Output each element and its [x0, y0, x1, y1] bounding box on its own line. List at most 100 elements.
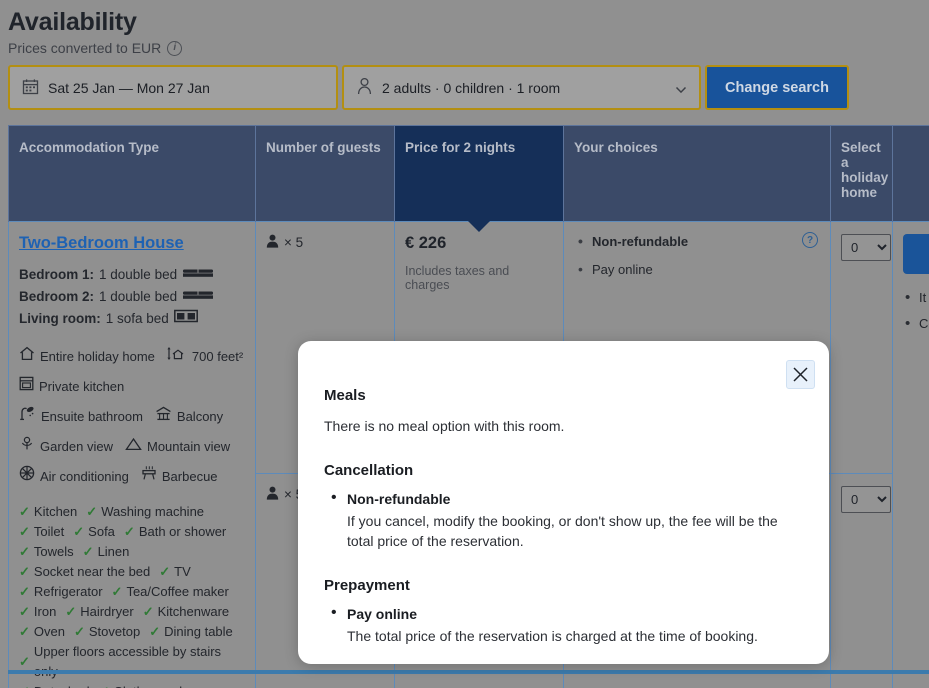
feature-label: Barbecue [161, 469, 218, 484]
amenity-item: ✓ Toilet [19, 522, 64, 542]
amenity-item: ✓ Dining table [149, 622, 233, 642]
check-icon: ✓ [142, 604, 154, 619]
reserve-button[interactable] [903, 234, 929, 274]
availability-page: Availability Prices converted to EUR i S… [0, 0, 929, 688]
amenity-item: ✓Clothes rack [99, 682, 186, 688]
amenity-label: TV [174, 564, 191, 579]
column-your-choices[interactable]: Your choices [563, 125, 831, 222]
fan-icon [19, 464, 35, 490]
check-icon: ✓ [86, 504, 98, 519]
list-item: Pay online The total price of the reserv… [324, 604, 803, 646]
cancellation-list: Non-refundable If you cancel, modify the… [324, 489, 803, 551]
check-icon: ✓ [73, 624, 85, 639]
double-bed-icon [182, 286, 214, 308]
feature-ensuite-bathroom: Ensuite bathroom [19, 404, 143, 430]
prepayment-heading: Prepayment [324, 577, 410, 594]
list-item: Non-refundable If you cancel, modify the… [324, 489, 803, 551]
cell-select-quantity: 0 [830, 472, 893, 688]
amenity-list: ✓ Kitchen ✓ Washing machine ✓ Toilet ✓ Sofa … [19, 502, 245, 688]
feature-label: Air conditioning [40, 469, 129, 484]
mountain-icon [125, 434, 142, 460]
feature-label: Private kitchen [39, 379, 125, 394]
occupancy-input[interactable]: 2 adults · 0 children · 1 room [342, 65, 701, 110]
feature-air-conditioning: Air conditioning [19, 464, 129, 490]
column-reserve [892, 125, 929, 222]
check-icon: ✓ [19, 544, 30, 559]
check-icon: ✓ [159, 564, 171, 579]
amenity-item: ✓ Kitchen [19, 502, 77, 522]
reserve-notes-list: It c Co [903, 289, 929, 332]
date-range-input[interactable]: Sat 25 Jan — Mon 27 Jan [8, 65, 338, 110]
check-icon: ✓ [82, 544, 94, 559]
check-icon: ✓ [19, 654, 30, 669]
change-search-button[interactable]: Change search [705, 65, 849, 110]
cell-accommodation-type: Two-Bedroom House Bedroom 1: 1 double be… [8, 221, 256, 688]
cell-reserve: It c Co [892, 221, 929, 688]
column-number-of-guests[interactable]: Number of guests [255, 125, 395, 222]
table-header-row: Accommodation Type Number of guests Pric… [8, 125, 929, 222]
balcony-icon [155, 404, 172, 430]
price-currency-note: Prices converted to EUR i [8, 40, 921, 56]
barbecue-icon [141, 464, 157, 490]
price-amount: € 226 [405, 234, 447, 252]
date-range-value: Sat 25 Jan — Mon 27 Jan [48, 79, 210, 96]
check-icon: ✓ [19, 564, 30, 579]
sofa-bed-icon [173, 308, 198, 330]
cancellation-term: Non-refundable [347, 491, 451, 507]
meals-heading: Meals [324, 387, 366, 404]
amenity-label: Towels [33, 544, 74, 559]
amenity-item: ✓ Bath or shower [124, 522, 226, 542]
amenity-item: ✓ Washing machine [86, 502, 204, 522]
page-title: Availability [8, 8, 137, 36]
guest-count-label: × 5 [284, 235, 304, 250]
column-select-holiday-home[interactable]: Select a holiday home [830, 125, 893, 222]
amenity-label: Detached [34, 682, 90, 688]
room-name-link[interactable]: Two-Bedroom House [19, 234, 184, 253]
feature-size: 700 feet² [167, 344, 243, 370]
list-item: Living room: 1 sofa bed [19, 308, 245, 330]
info-circle-icon[interactable]: i [167, 40, 183, 56]
cancellation-description: If you cancel, modify the booking, or do… [347, 513, 778, 549]
list-item: Pay online [574, 261, 820, 277]
column-price[interactable]: Price for 2 nights [394, 125, 564, 222]
feature-private-kitchen: Private kitchen [19, 374, 124, 400]
check-icon: ✓ [73, 524, 85, 539]
choices-list: Non-refundable Pay online ? [574, 232, 820, 277]
question-mark-icon[interactable]: ? [802, 232, 818, 248]
quantity-select[interactable]: 0 [841, 485, 891, 513]
close-icon[interactable] [786, 360, 815, 389]
policy-modal: Meals There is no meal option with this … [298, 341, 829, 664]
amenity-label: Hairdryer [80, 604, 134, 619]
feature-label: Mountain view [146, 439, 231, 454]
amenity-label: Toilet [33, 524, 65, 539]
guest-occupancy: × 5 [266, 234, 384, 251]
currency-note-label: Prices converted to EUR [8, 40, 162, 56]
guest-person-icon [266, 486, 279, 503]
amenity-item: ✓ Refrigerator [19, 582, 103, 602]
amenity-item: ✓ Linen [83, 542, 130, 562]
amenity-item: ✓ TV [159, 562, 191, 582]
prepayment-term: Pay online [347, 606, 418, 622]
list-item: Co [903, 315, 929, 332]
bed-configuration: Bedroom 1: 1 double bed Bedroom 2: 1 dou… [19, 264, 245, 330]
amenity-label: Washing machine [101, 504, 205, 519]
check-icon: ✓ [149, 624, 161, 639]
amenity-label: Upper floors accessible by stairs only [33, 644, 222, 679]
amenity-label: Bath or shower [138, 524, 227, 539]
amenity-item: ✓ Tea/Coffee maker [112, 582, 229, 602]
feature-garden-view: Garden view [19, 434, 113, 460]
amenity-item: ✓Upper floors accessible by stairs only [19, 642, 245, 682]
flower-icon [19, 434, 35, 460]
column-accommodation-type[interactable]: Accommodation Type [8, 125, 256, 222]
person-icon [356, 77, 373, 98]
amenity-item: ✓ Towels [19, 542, 74, 562]
chevron-down-icon[interactable] [675, 82, 687, 93]
list-item: Bedroom 2: 1 double bed [19, 286, 245, 308]
check-icon: ✓ [123, 524, 135, 539]
feature-label: Entire holiday home [40, 349, 155, 364]
quantity-select[interactable]: 0 1 2 3 [841, 234, 891, 261]
check-icon: ✓ [19, 584, 30, 599]
check-icon: ✓ [19, 524, 30, 539]
check-icon: ✓ [111, 584, 123, 599]
double-bed-icon [182, 264, 214, 286]
